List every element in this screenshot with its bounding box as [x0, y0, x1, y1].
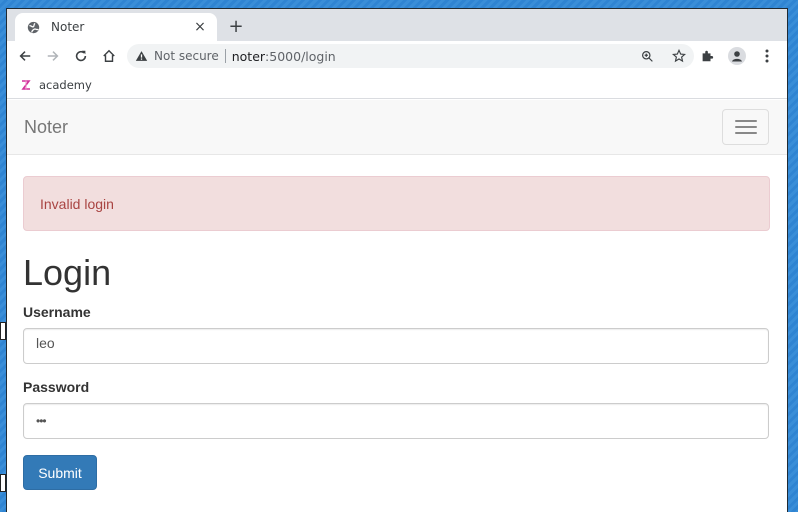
username-input[interactable]: leo [23, 328, 769, 364]
navbar: Noter [7, 100, 787, 155]
hamburger-bar [734, 132, 757, 134]
profile-icon[interactable] [723, 43, 751, 69]
tab-title: Noter [51, 20, 85, 34]
hamburger-bar [734, 120, 757, 122]
tab-strip: Noter × + [7, 9, 787, 41]
close-icon[interactable]: × [191, 18, 209, 36]
browser-toolbar: Not secure noter:5000/login [7, 41, 787, 71]
page-title: Login [23, 252, 112, 293]
error-alert: Invalid login [23, 176, 770, 231]
address-bar[interactable]: Not secure noter:5000/login [127, 44, 694, 68]
login-container: Invalid login Login Username leo Passwor… [7, 155, 787, 490]
url-path: :5000/login [265, 48, 336, 64]
reload-icon[interactable] [67, 43, 95, 69]
navbar-brand[interactable]: Noter [24, 117, 68, 138]
bookmarks-bar: academy [7, 71, 787, 99]
alert-message: Invalid login [40, 195, 114, 212]
globe-icon [25, 19, 41, 35]
username-label: Username [23, 304, 91, 320]
browser-window: Noter × + Not secure noter:5000/login a… [6, 8, 788, 512]
submit-button[interactable]: Submit [23, 455, 97, 490]
password-label: Password [23, 379, 90, 395]
plus-icon[interactable]: + [225, 14, 247, 38]
warning-icon[interactable] [135, 50, 148, 62]
menu-dots-icon[interactable] [753, 43, 781, 69]
hamburger-icon[interactable] [722, 109, 769, 145]
web-page: Noter Invalid login Login Username leo P… [7, 100, 787, 512]
security-status: Not secure [154, 49, 219, 63]
star-icon[interactable] [672, 49, 686, 63]
back-arrow-icon[interactable] [11, 43, 39, 69]
extensions-icon[interactable] [693, 43, 721, 69]
bookmark-item[interactable]: academy [19, 78, 92, 92]
bookmark-favicon [19, 78, 33, 92]
password-input[interactable]: ••• [23, 403, 769, 439]
home-icon[interactable] [95, 43, 123, 69]
omnibox-divider [224, 49, 226, 63]
hamburger-bar [734, 126, 757, 128]
url-host: noter [231, 48, 266, 64]
zoom-icon[interactable] [641, 50, 654, 63]
bookmark-label: academy [39, 77, 92, 92]
forward-arrow-icon[interactable] [39, 43, 67, 69]
browser-tab[interactable]: Noter × [15, 13, 217, 41]
